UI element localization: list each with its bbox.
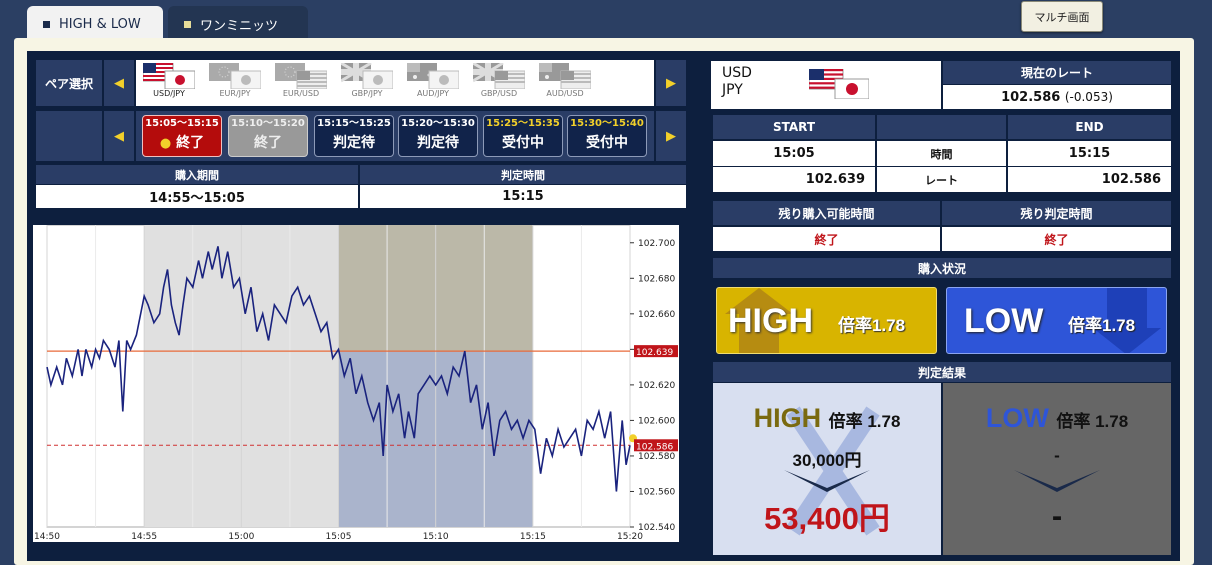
time-slot[interactable]: 15:15〜15:25 判定待 [314, 115, 394, 157]
coins-icon: ● [159, 136, 172, 151]
current-rate: 102.586 (-0.053) [943, 85, 1171, 109]
y-tick-label: 102.580 [638, 452, 675, 462]
pair-audjpy[interactable]: AUD/JPY [402, 63, 464, 101]
remaining-judge-label: 残り判定時間 [942, 201, 1171, 225]
multi-screen-button[interactable]: マルチ画面 [1021, 1, 1103, 32]
pair-box: USD JPY [711, 61, 941, 109]
purchase-period-value: 14:55〜15:05 [36, 185, 358, 208]
time-slot-list: 15:05〜15:15 ● 終了 15:10〜15:20 終了 15:15〜15:2… [136, 111, 654, 161]
au-us-flag-icon [539, 63, 591, 89]
result-low-rate: 倍率 1.78 [1056, 412, 1129, 431]
y-tick-label: 102.680 [638, 274, 675, 284]
slot-spacer [36, 111, 102, 161]
x-tick-label: 15:15 [520, 532, 546, 542]
high-button[interactable]: HIGH 倍率1.78 [716, 287, 937, 354]
x-tick-label: 15:00 [228, 532, 254, 542]
pair-usdjpy[interactable]: USD/JPY [138, 63, 200, 101]
pair-gbpusd[interactable]: GBP/USD [468, 63, 530, 101]
time-slot[interactable]: 15:30〜15:40 受付中 [567, 115, 647, 157]
square-icon [184, 20, 191, 28]
result-low-payout: - [1051, 498, 1063, 533]
start-rate: 102.639 [713, 167, 875, 192]
purchase-period-header: 購入期間 [36, 165, 358, 184]
time-slot[interactable]: 15:20〜15:30 判定待 [398, 115, 478, 157]
remaining-buy-label: 残り購入可能時間 [713, 201, 940, 225]
end-header: END [1008, 115, 1171, 139]
square-icon [43, 20, 50, 28]
pair-quote: JPY [722, 82, 743, 98]
x-tick-label: 14:55 [131, 532, 157, 542]
y-tick-label: 102.600 [638, 416, 675, 426]
chevron-down-icon [1014, 470, 1100, 492]
end-rate: 102.586 [1008, 167, 1171, 192]
au-jp-flag-icon [407, 63, 459, 89]
start-rate-badge-label: 102.639 [636, 348, 673, 358]
result-high-box: HIGH 倍率 1.78 30,000円 53,400円 [713, 383, 941, 555]
tab-high-low[interactable]: HIGH & LOW [27, 6, 163, 42]
eu-jp-flag-icon [209, 63, 261, 89]
time-slot[interactable]: 15:10〜15:20 終了 [228, 115, 308, 157]
eu-us-flag-icon [275, 63, 327, 89]
pair-base: USD [722, 65, 752, 81]
tab-one-minute[interactable]: ワンミニッツ [168, 6, 308, 42]
y-tick-label: 102.660 [638, 310, 675, 320]
x-tick-label: 15:10 [423, 532, 449, 542]
current-rate-label: 現在のレート [943, 61, 1171, 84]
pair-gbpjpy[interactable]: GBP/JPY [336, 63, 398, 101]
summary-header-mid [877, 115, 1006, 139]
pair-prev-arrow[interactable]: ◀ [104, 60, 134, 106]
pair-select-label: ペア選択 [36, 60, 102, 106]
time-slot[interactable]: 15:05〜15:15 ● 終了 [142, 115, 222, 157]
x-tick-label: 15:05 [326, 532, 352, 542]
chart-svg: 102.700102.680102.660102.640102.620102.6… [34, 224, 678, 542]
pair-audusd[interactable]: AUD/USD [534, 63, 596, 101]
result-label: 判定結果 [713, 362, 1171, 382]
gb-us-flag-icon [473, 63, 525, 89]
time-label: 時間 [877, 141, 1006, 166]
y-tick-label: 102.560 [638, 487, 675, 497]
x-tick-label: 14:50 [34, 532, 60, 542]
result-high-amount: 30,000円 [792, 451, 862, 470]
y-tick-label: 102.540 [638, 523, 675, 533]
start-header: START [713, 115, 875, 139]
result-high-payout: 53,400円 [764, 501, 890, 536]
x-tick-label: 15:20 [617, 532, 643, 542]
y-tick-label: 102.620 [638, 381, 675, 391]
judge-time-header: 判定時間 [360, 165, 686, 184]
result-low-label: LOW [985, 403, 1049, 433]
pair-list: USD/JPY EUR/JPY EUR/USD GBP/JPY AUD/JPY … [136, 60, 654, 106]
us-jp-flag-icon [143, 63, 195, 89]
purchase-status-label: 購入状況 [713, 258, 1171, 278]
gb-jp-flag-icon [341, 63, 393, 89]
result-high-label: HIGH [753, 403, 822, 433]
slot-prev-arrow[interactable]: ◀ [104, 111, 134, 161]
time-slot[interactable]: 15:25〜15:35 受付中 [483, 115, 563, 157]
pair-next-arrow[interactable]: ▶ [656, 60, 686, 106]
end-time: 15:15 [1008, 141, 1171, 166]
pair-eurjpy[interactable]: EUR/JPY [204, 63, 266, 101]
remaining-buy-value: 終了 [713, 227, 940, 251]
us-jp-flag-icon [809, 69, 869, 99]
slot-next-arrow[interactable]: ▶ [656, 111, 686, 161]
low-button[interactable]: LOW 倍率1.78 [946, 287, 1167, 354]
rate-label: レート [877, 167, 1006, 192]
remaining-judge-value: 終了 [942, 227, 1171, 251]
price-chart: 102.700102.680102.660102.640102.620102.6… [33, 224, 679, 542]
chevron-down-icon [784, 470, 870, 492]
result-high-rate: 倍率 1.78 [828, 412, 901, 431]
y-tick-label: 102.700 [638, 239, 675, 249]
judge-time-value: 15:15 [360, 185, 686, 208]
start-time: 15:05 [713, 141, 875, 166]
current-rate-badge-label: 102.586 [636, 442, 673, 452]
pair-eurusd[interactable]: EUR/USD [270, 63, 332, 101]
result-low-box: LOW 倍率 1.78 - - [943, 383, 1171, 555]
result-low-amount: - [1054, 446, 1060, 465]
